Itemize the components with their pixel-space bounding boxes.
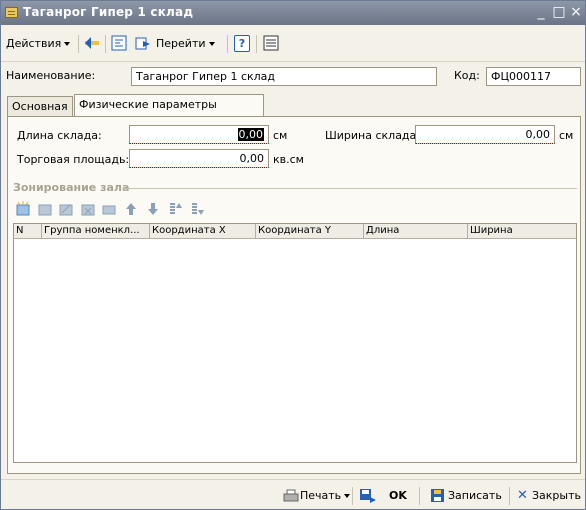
column-header-n[interactable]: N (14, 224, 42, 239)
area-field[interactable]: 0,00 (129, 149, 269, 168)
length-label: Длина склада: (17, 129, 102, 142)
name-label: Наименование: (6, 69, 96, 82)
sort-ascending-icon[interactable] (167, 201, 183, 217)
goto-icon[interactable] (135, 35, 151, 51)
delete-row-icon[interactable] (80, 201, 96, 217)
arrow-left-icon[interactable] (84, 35, 100, 51)
length-unit: см (273, 129, 288, 142)
toolbar-separator (256, 35, 257, 53)
code-field[interactable]: ФЦ000117 (486, 67, 581, 86)
tab-physical-params[interactable]: Физические параметры склада (74, 94, 264, 130)
ok-button[interactable]: OK (389, 488, 407, 504)
toolbar-separator (509, 487, 510, 505)
edit-row-icon[interactable] (58, 201, 74, 217)
toolbar: Действия Перейти ? (1, 25, 585, 62)
column-header-coord-x[interactable]: Координата X (150, 224, 256, 239)
width-label: Ширина склада: (325, 129, 420, 142)
sort-descending-icon[interactable] (189, 201, 205, 217)
move-down-icon[interactable] (145, 201, 161, 217)
column-header-group[interactable]: Группа номенкл... (42, 224, 150, 239)
toolbar-separator (352, 487, 353, 505)
close-x-icon: ✕ (517, 488, 528, 503)
structure-icon[interactable] (111, 35, 127, 51)
column-header-coord-y[interactable]: Координата Y (256, 224, 364, 239)
print-menu[interactable]: Печать (300, 488, 351, 504)
help-button[interactable]: ? (234, 35, 250, 52)
printer-icon (283, 489, 299, 502)
name-field[interactable]: Таганрог Гипер 1 склад (131, 67, 437, 86)
toolbar-separator (78, 35, 79, 53)
tab-main[interactable]: Основная (7, 96, 73, 116)
width-field[interactable]: 0,00 (415, 125, 555, 144)
list-icon[interactable] (263, 35, 279, 51)
window-title: Таганрог Гипер 1 склад (23, 5, 194, 19)
zoning-table[interactable]: N Группа номенкл... Координата X Координ… (13, 223, 577, 463)
move-up-icon[interactable] (123, 201, 139, 217)
goto-menu[interactable]: Перейти (156, 35, 215, 53)
copy-row-icon[interactable] (37, 201, 53, 217)
group-divider (123, 188, 577, 189)
save-button[interactable]: Записать (448, 488, 502, 504)
document-window: Таганрог Гипер 1 склад _ □ × Действия Пе… (0, 0, 586, 510)
column-header-length[interactable]: Длина (364, 224, 468, 239)
width-unit: см (559, 129, 574, 142)
area-label: Торговая площадь: (17, 153, 130, 166)
close-button[interactable]: Закрыть (532, 488, 581, 504)
length-field[interactable]: 0,00 (129, 125, 269, 144)
column-header-width[interactable]: Ширина (468, 224, 576, 239)
zoning-group-title: Зонирование зала (13, 181, 130, 194)
actions-menu[interactable]: Действия (6, 35, 71, 53)
end-edit-icon[interactable] (101, 201, 117, 217)
area-unit: кв.см (273, 153, 304, 166)
title-bar[interactable]: Таганрог Гипер 1 склад _ □ × (1, 1, 585, 25)
toolbar-separator (105, 35, 106, 53)
table-header: N Группа номенкл... Координата X Координ… (14, 224, 576, 239)
save-icon (431, 489, 444, 502)
catalog-icon (5, 7, 18, 18)
maximize-icon[interactable]: □ (551, 3, 567, 21)
close-icon[interactable]: × (568, 3, 584, 21)
toolbar-separator (227, 35, 228, 53)
minimize-icon[interactable]: _ (533, 3, 549, 21)
code-label: Код: (454, 69, 480, 82)
ok-icon (360, 489, 376, 503)
bottom-command-bar: Печать OK Записать ✕ Закрыть (1, 479, 585, 509)
length-value: 0,00 (237, 128, 264, 141)
add-row-icon[interactable] (15, 201, 31, 217)
toolbar-separator (419, 487, 420, 505)
